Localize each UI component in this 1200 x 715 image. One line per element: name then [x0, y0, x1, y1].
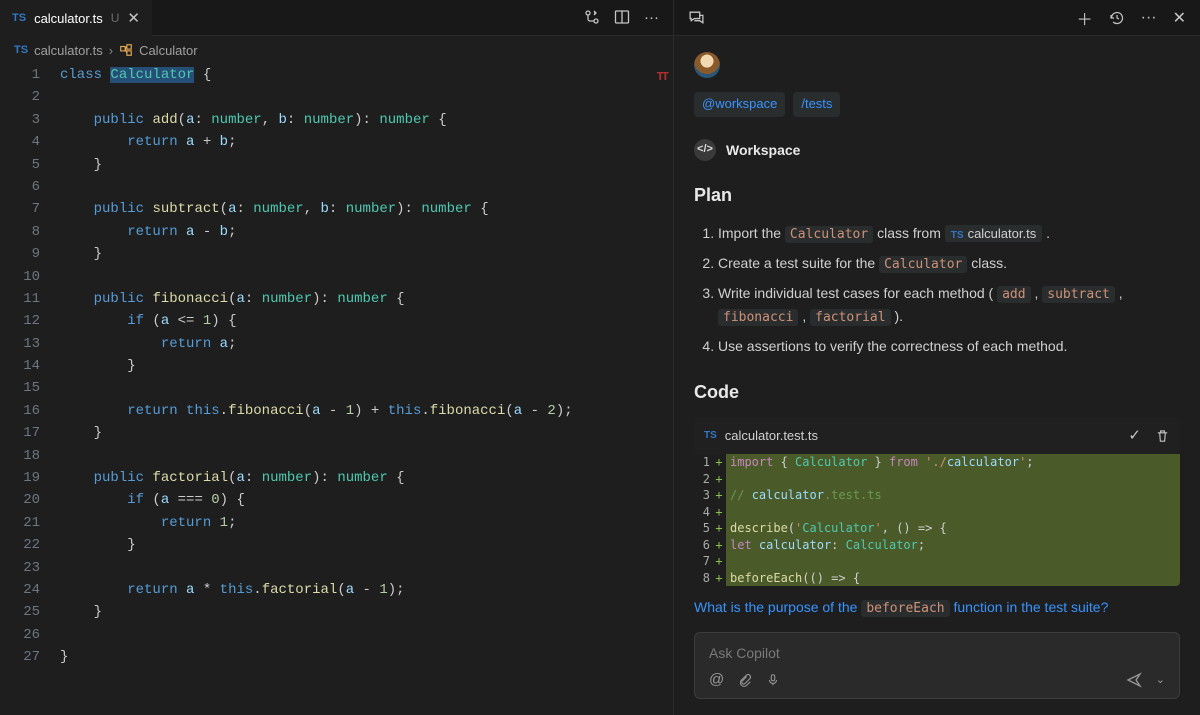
code-chip: fibonacci [718, 309, 798, 326]
delete-icon[interactable] [1155, 429, 1170, 444]
chat-pane: ＋ ··· ✕ @workspace /tests </> Workspace … [674, 0, 1200, 715]
split-editor-icon[interactable] [614, 9, 630, 26]
chat-icon[interactable] [688, 9, 705, 26]
chevron-right-icon: › [109, 43, 113, 58]
code-content[interactable]: class Calculator { public add(a: number,… [60, 64, 673, 715]
editor-toolbar: ··· [584, 9, 673, 26]
chat-body: @workspace /tests </> Workspace Plan Imp… [674, 36, 1200, 632]
follow-up-suggestion[interactable]: What is the purpose of the beforeEach fu… [694, 596, 1180, 620]
plan-list: Import the Calculator class from TScalcu… [694, 222, 1180, 358]
plan-item: Write individual test cases for each met… [718, 282, 1180, 330]
plan-item: Use assertions to verify the correctness… [718, 335, 1180, 357]
more-actions-icon[interactable]: ··· [1141, 9, 1157, 27]
line-number-gutter: 1234567891011121314151617181920212223242… [0, 64, 60, 715]
breadcrumb[interactable]: TS calculator.ts › Calculator [0, 36, 673, 64]
code-editor[interactable]: TT 1234567891011121314151617181920212223… [0, 64, 673, 715]
send-icon[interactable] [1126, 672, 1142, 688]
mic-icon[interactable] [766, 673, 780, 687]
code-chip: Calculator [879, 256, 967, 273]
chevron-down-icon[interactable]: ⌄ [1156, 673, 1165, 686]
tab-filename: calculator.ts [34, 11, 103, 26]
compare-changes-icon[interactable] [584, 9, 600, 26]
code-chip: add [997, 286, 1030, 303]
tab-strip: TS calculator.ts U ✕ ··· [0, 0, 673, 36]
attach-icon[interactable] [738, 673, 752, 687]
code-heading: Code [694, 378, 1180, 407]
code-chip: subtract [1042, 286, 1115, 303]
typescript-icon: TS [704, 428, 717, 444]
history-icon[interactable] [1109, 10, 1125, 26]
close-icon[interactable]: ✕ [127, 9, 140, 27]
typescript-icon: TS [14, 44, 28, 56]
tab-git-status: U [111, 11, 120, 25]
breadcrumb-file[interactable]: calculator.ts [34, 43, 103, 58]
close-icon[interactable]: ✕ [1173, 8, 1186, 28]
chat-input-box[interactable]: @ ⌄ [694, 632, 1180, 699]
code-chip: factorial [810, 309, 890, 326]
plan-heading: Plan [694, 181, 1180, 210]
code-icon: </> [694, 139, 716, 161]
workspace-title: Workspace [726, 139, 800, 161]
plan-item: Create a test suite for the Calculator c… [718, 252, 1180, 276]
apply-icon[interactable]: ✓ [1128, 424, 1141, 448]
code-chip: beforeEach [861, 600, 949, 617]
editor-pane: TS calculator.ts U ✕ ··· TS calculator [0, 0, 674, 715]
snippet-body: 1+import { Calculator } from './calculat… [694, 454, 1180, 586]
tests-pill[interactable]: /tests [793, 92, 840, 117]
mention-icon[interactable]: @ [709, 671, 724, 688]
breadcrumb-symbol[interactable]: Calculator [139, 43, 198, 58]
chat-input[interactable] [695, 633, 1179, 667]
tt-indicator: TT [657, 66, 667, 88]
more-actions-icon[interactable]: ··· [644, 9, 659, 26]
plan-item: Import the Calculator class from TScalcu… [718, 222, 1180, 246]
snippet-filename: calculator.test.ts [725, 426, 818, 447]
new-chat-icon[interactable]: ＋ [1077, 6, 1093, 30]
chat-header: ＋ ··· ✕ [674, 0, 1200, 36]
snippet-header: TS calculator.test.ts ✓ [694, 418, 1180, 454]
avatar [694, 52, 720, 78]
file-chip[interactable]: TScalculator.ts [945, 225, 1042, 242]
workspace-pill[interactable]: @workspace [694, 92, 785, 117]
tab-calculator[interactable]: TS calculator.ts U ✕ [0, 0, 152, 36]
code-chip: Calculator [785, 226, 873, 243]
class-icon [119, 43, 133, 58]
typescript-icon: TS [12, 12, 26, 24]
